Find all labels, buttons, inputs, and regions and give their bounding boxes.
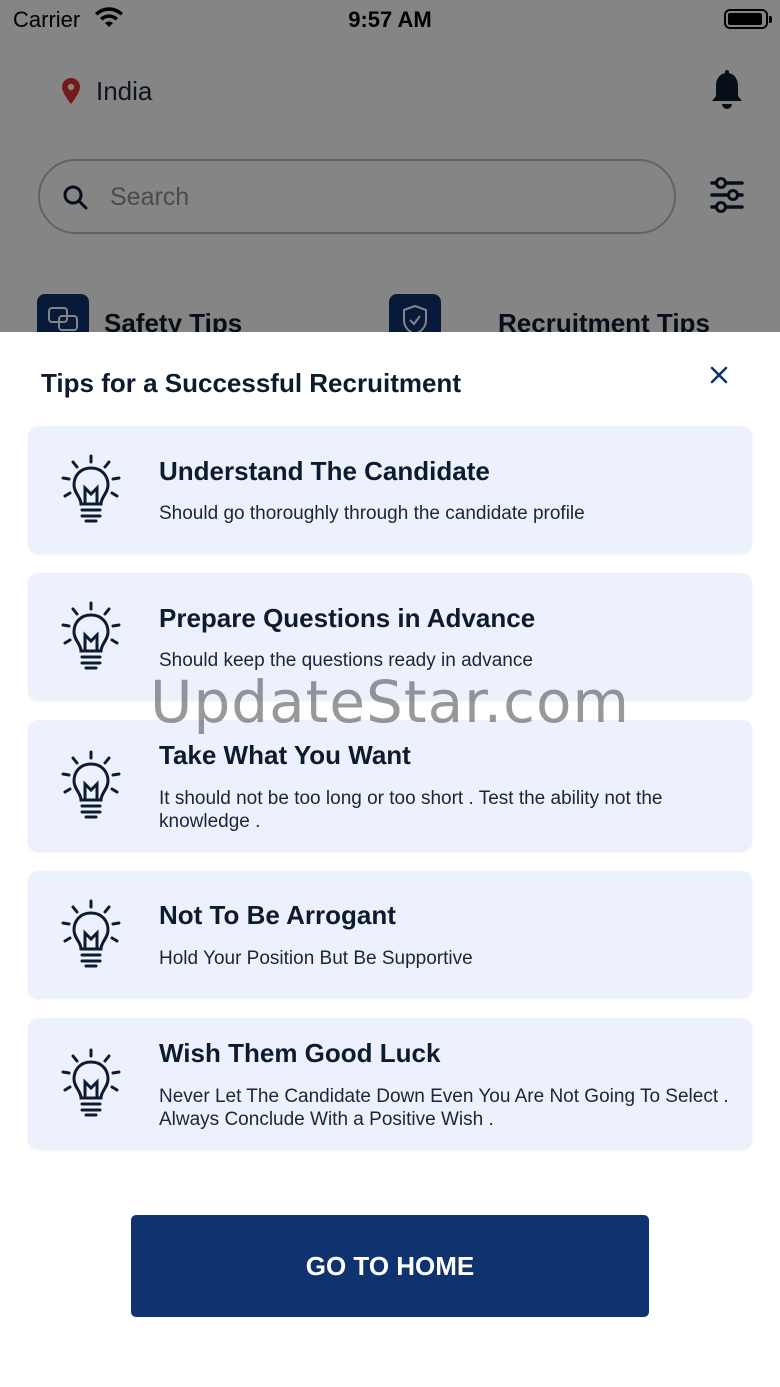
tip-card: Understand The Candidate Should go thoro… (28, 426, 752, 553)
tip-description: Never Let The Candidate Down Even You Ar… (159, 1086, 729, 1130)
modal-backdrop[interactable] (0, 0, 780, 332)
lightbulb-icon (61, 454, 121, 523)
tip-title: Take What You Want (159, 740, 411, 770)
close-icon[interactable] (704, 360, 734, 390)
tip-description: Hold Your Position But Be Supportive (159, 948, 473, 969)
tip-card: Not To Be Arrogant Hold Your Position Bu… (28, 871, 752, 998)
tip-description: Should keep the questions ready in advan… (159, 650, 533, 671)
tip-title: Understand The Candidate (159, 456, 490, 486)
lightbulb-icon (61, 899, 121, 968)
tip-card: Prepare Questions in Advance Should keep… (28, 573, 752, 700)
tip-title: Not To Be Arrogant (159, 900, 396, 930)
lightbulb-icon (61, 1048, 121, 1117)
lightbulb-icon (61, 601, 121, 670)
tip-description: It should not be too long or too short .… (159, 788, 663, 832)
tip-title: Wish Them Good Luck (159, 1038, 441, 1068)
lightbulb-icon (61, 750, 121, 819)
sheet-title: Tips for a Successful Recruitment (41, 368, 461, 398)
tip-card: Wish Them Good Luck Never Let The Candid… (28, 1018, 752, 1149)
tip-title: Prepare Questions in Advance (159, 603, 536, 633)
tip-card: Take What You Want It should not be too … (28, 720, 752, 851)
go-to-home-button[interactable]: GO TO HOME (131, 1215, 649, 1317)
tip-description: Should go thoroughly through the candida… (159, 503, 585, 524)
